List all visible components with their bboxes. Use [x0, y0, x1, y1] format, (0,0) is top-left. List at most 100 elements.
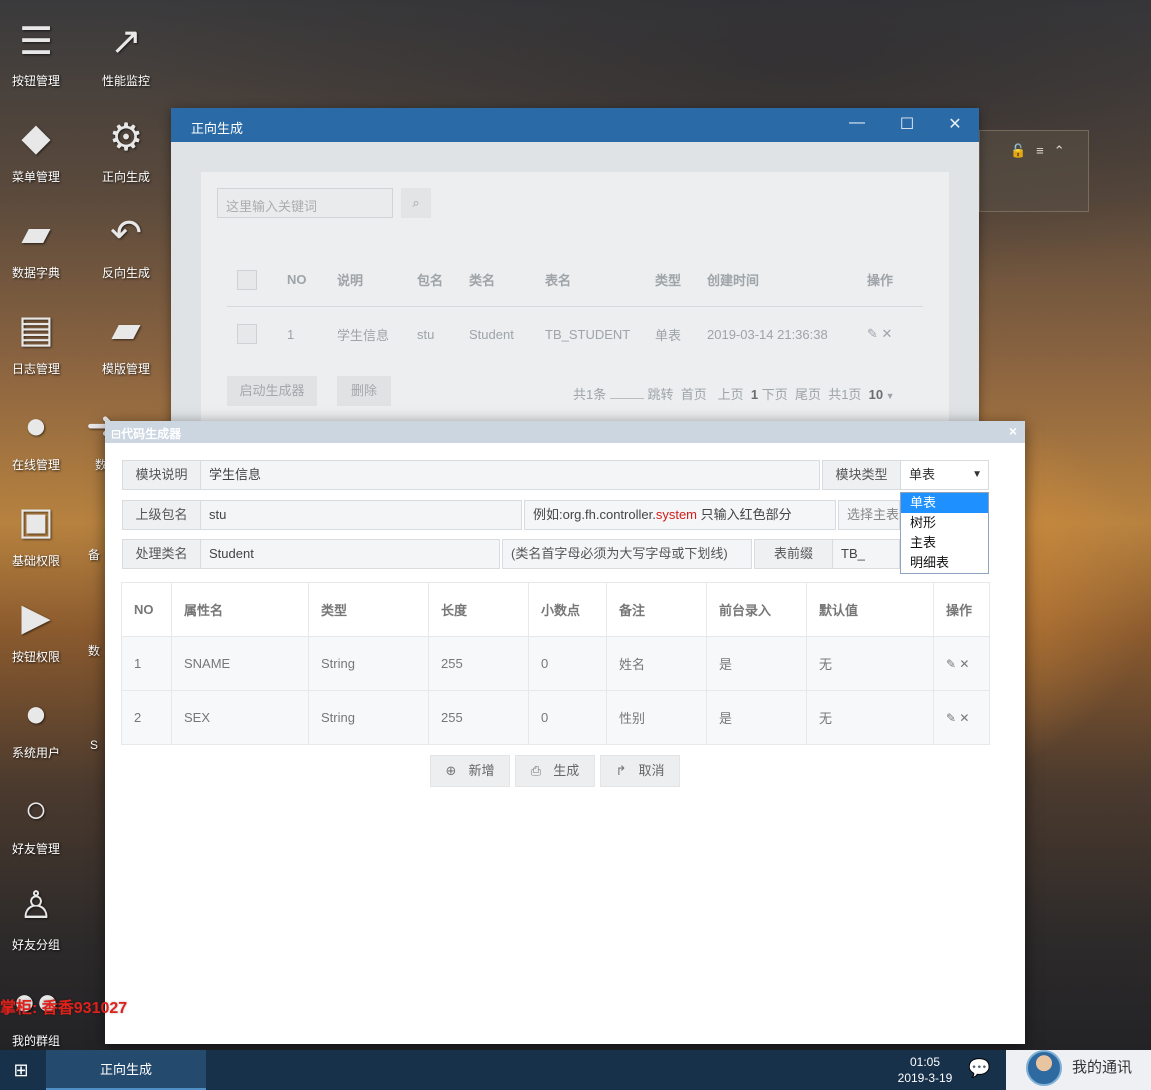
delete-button[interactable]: 删除 — [337, 376, 391, 406]
desktop-icon-log-manage[interactable]: ▤ 日志管理 — [0, 306, 76, 377]
desktop-icon-menu-manage[interactable]: ◆ 菜单管理 — [0, 114, 76, 185]
col-attr-name: 属性名 — [171, 582, 309, 637]
module-type-select[interactable]: 单表 ▼ — [900, 460, 989, 490]
desktop-icon-partial-7[interactable]: 数 — [84, 642, 104, 659]
book-icon: ▰ — [111, 309, 141, 351]
pager-pages: 共1页 — [828, 387, 862, 402]
window-titlebar[interactable]: 正向生成 — ☐ ✕ — [171, 108, 979, 142]
desktop-icon-performance[interactable]: ↗ 性能监控 — [86, 18, 166, 89]
form-row-class: 处理类名 Student (类名首字母必须为大写字母或下划线) 表前缀 TB_ — [122, 539, 992, 569]
taskbar-item-forward-generate[interactable]: 正向生成 — [46, 1050, 206, 1090]
window-body: 这里输入关键词 ⌕ NO 说明 包名 类名 表名 类型 创建时间 操作 1 学生… — [171, 142, 979, 432]
maximize-button[interactable]: ☐ — [895, 114, 919, 134]
cell-no: 1 — [287, 326, 295, 342]
fields-table: NO 属性名 类型 长度 小数点 备注 前台录入 默认值 操作 1 SNAME … — [121, 582, 990, 745]
my-contacts-button[interactable]: 我的通讯 — [1006, 1050, 1151, 1090]
desktop-icon-template-manage[interactable]: ▰ 模版管理 — [86, 306, 166, 377]
edit-icon[interactable]: ✎ — [867, 326, 878, 341]
prefix-label: 表前缀 — [754, 539, 833, 569]
desktop-icon-button-manage[interactable]: ☰ 按钮管理 — [0, 18, 76, 89]
generate-label: 生成 — [553, 763, 580, 778]
cell-desc: 学生信息 — [337, 327, 390, 343]
share-icon: ↱ — [615, 763, 627, 778]
chat-bubble-icon[interactable]: 💬 — [968, 1058, 990, 1079]
search-button[interactable]: ⌕ — [401, 188, 431, 218]
code-generator-dialog: ⊟代码生成器 × 模块说明 学生信息 模块类型 单表 ▼ 单表 树形 主表 明细表… — [105, 421, 1025, 1044]
window-tool-icons: 🔓≡⌃ — [1010, 143, 1075, 158]
col-type: 类型 — [308, 582, 429, 637]
cell-no: 1 — [121, 636, 172, 691]
cell-front-input: 是 — [706, 690, 807, 745]
pager-prev[interactable]: 上页 — [718, 387, 744, 402]
desktop-icon-dictionary[interactable]: ▰ 数据字典 — [0, 210, 76, 281]
option-detail-table[interactable]: 明细表 — [901, 553, 988, 573]
close-button[interactable]: ✕ — [943, 114, 967, 134]
delete-icon[interactable]: ✕ — [959, 657, 969, 671]
select-all-checkbox[interactable] — [237, 269, 257, 290]
desktop-icon-partial-8[interactable]: S — [84, 738, 104, 752]
cell-front-input: 是 — [706, 636, 807, 691]
dialog-title: 代码生成器 — [121, 427, 182, 441]
taskbar-clock: 01:05 2019-3-19 — [890, 1054, 960, 1086]
pager-size-select[interactable]: 10 — [869, 387, 883, 402]
dialog-titlebar[interactable]: ⊟代码生成器 × — [105, 421, 1025, 443]
add-field-button[interactable]: ⊕ 新增 — [430, 755, 510, 787]
pager-jump[interactable]: 跳转 — [647, 387, 673, 402]
play-square-icon: ▶ — [21, 597, 51, 639]
desktop-icon-reverse-generate[interactable]: ↶ 反向生成 — [86, 210, 166, 281]
desktop-icon-partial-6[interactable]: 备 — [84, 546, 104, 563]
row-checkbox[interactable] — [237, 324, 257, 345]
minimize-button[interactable]: — — [845, 114, 869, 132]
prefix-input[interactable]: TB_ — [832, 539, 900, 569]
search-input[interactable]: 这里输入关键词 — [217, 188, 393, 218]
pager-current: 1 — [750, 387, 759, 402]
reply-icon: ↶ — [110, 213, 142, 255]
delete-icon[interactable]: ✕ — [959, 711, 969, 725]
option-tree[interactable]: 树形 — [901, 513, 988, 533]
module-desc-input[interactable]: 学生信息 — [200, 460, 820, 490]
desktop-icon-friend-manage[interactable]: ○ 好友管理 — [0, 786, 76, 857]
desktop-icon-button-permission[interactable]: ▶ 按钮权限 — [0, 594, 76, 665]
desktop-icon-online-manage[interactable]: ● 在线管理 — [0, 402, 76, 473]
print-icon: ⎙ — [530, 763, 542, 778]
class-input[interactable]: Student — [200, 539, 500, 569]
module-type-value: 单表 — [909, 467, 936, 482]
option-single-table[interactable]: 单表 — [901, 493, 988, 513]
col-front-input: 前台录入 — [706, 582, 807, 637]
windows-start-icon[interactable]: ⊞ — [8, 1058, 34, 1082]
generate-button[interactable]: ⎙ 生成 — [515, 755, 595, 787]
cell-length: 255 — [428, 690, 529, 745]
col-ops: 操作 — [867, 254, 923, 307]
module-desc-label: 模块说明 — [122, 460, 201, 490]
clock-date: 2019-3-19 — [897, 1071, 953, 1085]
desktop-icon-friend-group[interactable]: ♙ 好友分组 — [0, 882, 76, 953]
col-note: 备注 — [606, 582, 707, 637]
package-label: 上级包名 — [122, 500, 201, 530]
cancel-button[interactable]: ↱ 取消 — [600, 755, 680, 787]
package-input[interactable]: stu — [200, 500, 522, 530]
desktop-icon-forward-generate[interactable]: ⚙ 正向生成 — [86, 114, 166, 185]
pager-jump-input[interactable] — [609, 398, 644, 399]
form-row-module: 模块说明 学生信息 模块类型 单表 ▼ — [122, 460, 992, 490]
edit-icon[interactable]: ✎ — [946, 711, 956, 725]
pager-first[interactable]: 首页 — [681, 387, 707, 402]
option-main-table[interactable]: 主表 — [901, 533, 988, 553]
col-time: 创建时间 — [707, 254, 867, 307]
pager-next[interactable]: 下页 — [762, 387, 788, 402]
col-length: 长度 — [428, 582, 529, 637]
form-row-package: 上级包名 stu 例如:org.fh.controller.system 只输入… — [122, 500, 992, 530]
pager-last[interactable]: 尾页 — [795, 387, 821, 402]
edit-icon[interactable]: ✎ — [946, 657, 956, 671]
delete-icon[interactable]: ✕ — [882, 326, 893, 341]
window-title: 正向生成 — [191, 121, 244, 136]
choose-main-table-button[interactable]: 选择主表 — [838, 500, 900, 530]
cancel-label: 取消 — [638, 763, 665, 778]
globe-icon: ● — [24, 405, 48, 447]
start-generator-button[interactable]: 启动生成器 — [227, 376, 317, 406]
desktop-icon-basic-permission[interactable]: ▣ 基础权限 — [0, 498, 76, 569]
desktop-icon-system-user[interactable]: ● 系统用户 — [0, 690, 76, 761]
avatar — [1026, 1050, 1062, 1086]
col-table: 表名 — [545, 254, 655, 307]
col-decimal: 小数点 — [528, 582, 607, 637]
dialog-close-button[interactable]: × — [1009, 423, 1017, 439]
